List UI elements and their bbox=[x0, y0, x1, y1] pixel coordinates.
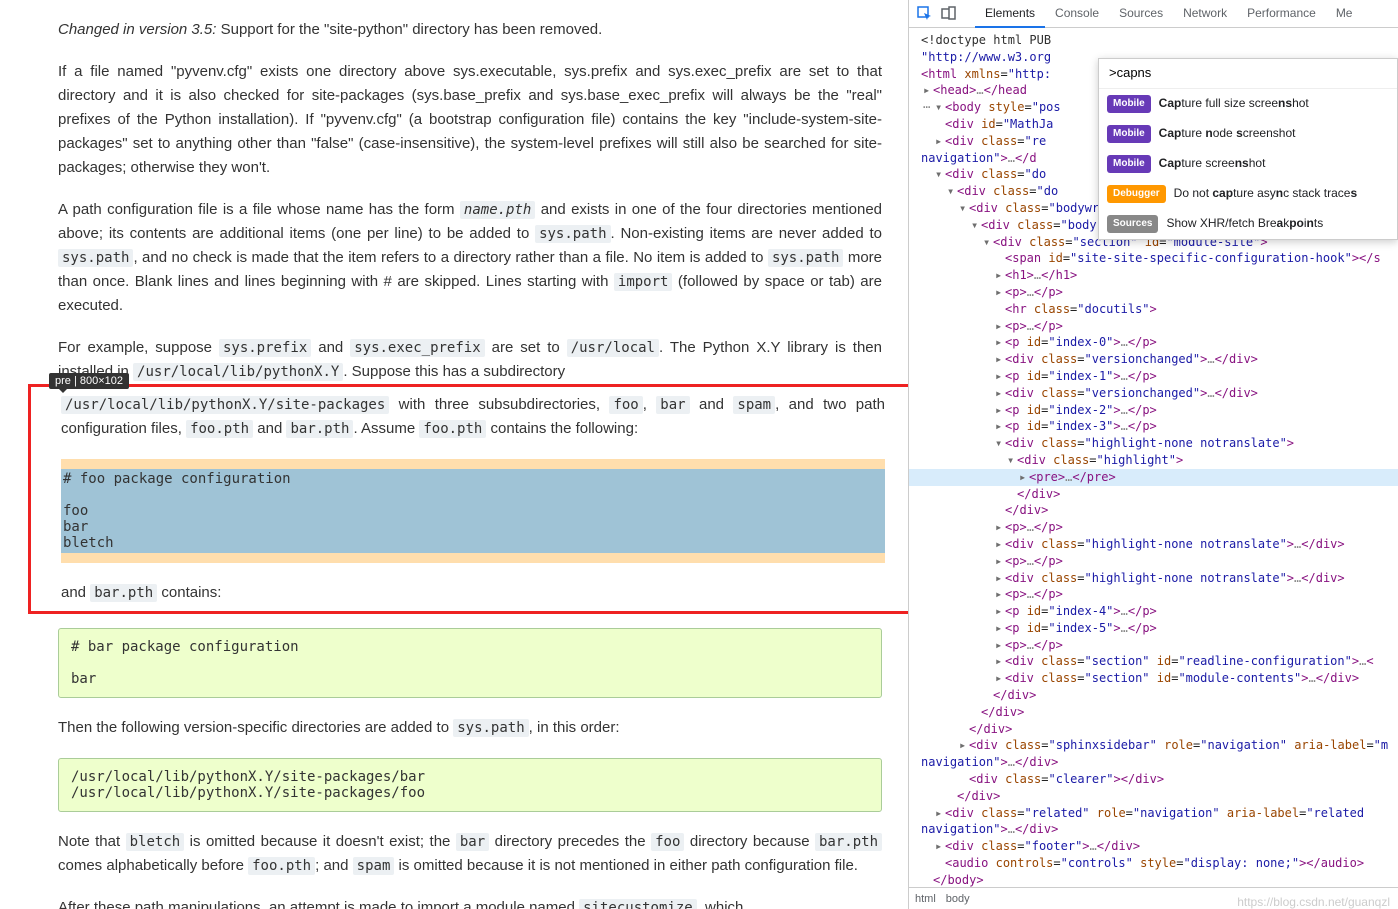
command-menu-item[interactable]: Sources Show XHR/fetch Breakpoints bbox=[1099, 209, 1397, 239]
command-label: Capture node screenshot bbox=[1159, 125, 1296, 142]
tree-node[interactable]: ▸<p id="index-1">…</p> bbox=[909, 368, 1398, 385]
device-toggle-icon[interactable] bbox=[939, 4, 959, 24]
tree-node[interactable]: </div> bbox=[909, 721, 1398, 738]
para-pathconfig: A path configuration file is a file whos… bbox=[58, 198, 882, 318]
tree-node[interactable]: ▾<div class="highlight-none notranslate"… bbox=[909, 435, 1398, 452]
tree-node[interactable]: <!doctype html PUB bbox=[909, 32, 1398, 49]
tree-node[interactable]: ▸<p>…</p> bbox=[909, 284, 1398, 301]
command-badge: Sources bbox=[1107, 215, 1158, 233]
tree-node[interactable]: ▸<h1>…</h1> bbox=[909, 267, 1398, 284]
crumb-html[interactable]: html bbox=[915, 893, 936, 905]
tree-node[interactable]: <hr class="docutils"> bbox=[909, 301, 1398, 318]
elements-tree[interactable]: MobileCapture full size screenshotMobile… bbox=[909, 28, 1398, 887]
devtools-tab-me[interactable]: Me bbox=[1326, 0, 1363, 28]
para-then: Then the following version-specific dire… bbox=[58, 716, 882, 740]
tree-node[interactable]: ▸<p>…</p> bbox=[909, 637, 1398, 654]
page-content[interactable]: Changed in version 3.5: Support for the … bbox=[0, 0, 908, 909]
tree-node[interactable]: ▸<div class="highlight-none notranslate"… bbox=[909, 570, 1398, 587]
elements-breadcrumbs: html body https://blog.csdn.net/guanqzl bbox=[909, 887, 1398, 909]
codeblock-bar: # bar package configuration bar bbox=[58, 628, 882, 698]
tree-node[interactable]: ▸<div class="sphinxsidebar" role="naviga… bbox=[909, 737, 1398, 754]
inspect-icon[interactable] bbox=[915, 4, 935, 24]
command-label: Show XHR/fetch Breakpoints bbox=[1166, 215, 1323, 232]
tree-node[interactable]: </div> bbox=[909, 788, 1398, 805]
para-after: After these path manipulations, an attem… bbox=[58, 896, 882, 909]
tree-node[interactable]: ▸<div class="versionchanged">…</div> bbox=[909, 351, 1398, 368]
tree-node[interactable]: </div> bbox=[909, 486, 1398, 503]
command-menu-item[interactable]: Mobile Capture node screenshot bbox=[1099, 119, 1397, 149]
command-menu-item[interactable]: Debugger Do not capture async stack trace… bbox=[1099, 179, 1397, 209]
tree-node[interactable]: ▸<p>…</p> bbox=[909, 553, 1398, 570]
tree-node[interactable]: ▸<div class="highlight-none notranslate"… bbox=[909, 536, 1398, 553]
command-badge: Mobile bbox=[1107, 155, 1151, 173]
codeblock-syspath: /usr/local/lib/pythonX.Y/site-packages/b… bbox=[58, 758, 882, 812]
tree-node[interactable]: </div> bbox=[909, 502, 1398, 519]
tree-node[interactable]: </body> bbox=[909, 872, 1398, 887]
devtools-tab-network[interactable]: Network bbox=[1173, 0, 1237, 28]
devtools-tab-performance[interactable]: Performance bbox=[1237, 0, 1326, 28]
inspector-highlight-padding: # foo package configuration foo bar blet… bbox=[61, 469, 885, 553]
tree-node[interactable]: <span id="site-site-specific-configurati… bbox=[909, 250, 1398, 267]
para-pyvenv: If a file named "pyvenv.cfg" exists one … bbox=[58, 60, 882, 180]
tree-node[interactable]: ▾<div class="highlight"> bbox=[909, 452, 1398, 469]
para-example: For example, suppose sys.prefix and sys.… bbox=[58, 336, 882, 384]
tree-node[interactable]: ▸<p>…</p> bbox=[909, 318, 1398, 335]
tree-node[interactable]: ▸<div class="section" id="readline-confi… bbox=[909, 653, 1398, 670]
devtools-tab-console[interactable]: Console bbox=[1045, 0, 1109, 28]
tree-node[interactable]: ▸<div class="footer">…</div> bbox=[909, 838, 1398, 855]
tree-node[interactable]: ▸<p id="index-2">…</p> bbox=[909, 402, 1398, 419]
command-label: Capture full size screenshot bbox=[1159, 95, 1309, 112]
inspector-tooltip: pre | 800×102 bbox=[49, 373, 129, 389]
devtools-panel: ElementsConsoleSourcesNetworkPerformance… bbox=[908, 0, 1398, 909]
watermark: https://blog.csdn.net/guanqzl bbox=[1237, 895, 1390, 909]
tree-node[interactable]: ▸<p>…</p> bbox=[909, 519, 1398, 536]
tree-node[interactable]: ▸<p id="index-3">…</p> bbox=[909, 418, 1398, 435]
tree-node[interactable]: ▸<p id="index-5">…</p> bbox=[909, 620, 1398, 637]
tree-node[interactable]: <audio controls="controls" style="displa… bbox=[909, 855, 1398, 872]
tree-node[interactable]: ▸<pre>…</pre> bbox=[909, 469, 1398, 486]
command-label: Do not capture async stack traces bbox=[1174, 185, 1357, 202]
devtools-tab-sources[interactable]: Sources bbox=[1109, 0, 1173, 28]
tree-node[interactable]: </div> bbox=[909, 687, 1398, 704]
para-note: Note that bletch is omitted because it d… bbox=[58, 830, 882, 878]
tree-node[interactable]: navigation">…</div> bbox=[909, 821, 1398, 838]
command-search-input[interactable] bbox=[1109, 65, 1387, 80]
command-menu-item[interactable]: Mobile Capture screenshot bbox=[1099, 149, 1397, 179]
version-changed: Changed in version 3.5: Support for the … bbox=[58, 18, 882, 42]
command-search bbox=[1099, 59, 1397, 89]
devtools-toolbar: ElementsConsoleSourcesNetworkPerformance… bbox=[909, 0, 1398, 28]
tree-node[interactable]: ▸<div class="versionchanged">…</div> bbox=[909, 385, 1398, 402]
command-menu-item[interactable]: Mobile Capture full size screenshot bbox=[1099, 89, 1397, 119]
tree-node[interactable]: navigation">…</div> bbox=[909, 754, 1398, 771]
crumb-body[interactable]: body bbox=[946, 893, 970, 905]
tree-node[interactable]: ▸<div class="section" id="module-content… bbox=[909, 670, 1398, 687]
command-menu-popup: MobileCapture full size screenshotMobile… bbox=[1098, 58, 1398, 240]
tree-node[interactable]: ▸<p id="index-0">…</p> bbox=[909, 334, 1398, 351]
devtools-tab-elements[interactable]: Elements bbox=[975, 0, 1045, 28]
tree-node[interactable]: ▸<p>…</p> bbox=[909, 586, 1398, 603]
command-label: Capture screenshot bbox=[1159, 155, 1266, 172]
tree-node[interactable]: ▸<p id="index-4">…</p> bbox=[909, 603, 1398, 620]
command-badge: Mobile bbox=[1107, 125, 1151, 143]
codeblock-foo: # foo package configuration foo bar blet… bbox=[61, 469, 885, 553]
tree-node[interactable]: </div> bbox=[909, 704, 1398, 721]
inspector-highlight-margin: # foo package configuration foo bar blet… bbox=[61, 459, 885, 563]
tree-node[interactable]: <div class="clearer"></div> bbox=[909, 771, 1398, 788]
tree-node[interactable]: ▸<div class="related" role="navigation" … bbox=[909, 805, 1398, 822]
inspector-highlight-region: pre | 800×102 /usr/local/lib/pythonX.Y/s… bbox=[28, 384, 908, 614]
command-badge: Mobile bbox=[1107, 95, 1151, 113]
command-badge: Debugger bbox=[1107, 185, 1166, 203]
